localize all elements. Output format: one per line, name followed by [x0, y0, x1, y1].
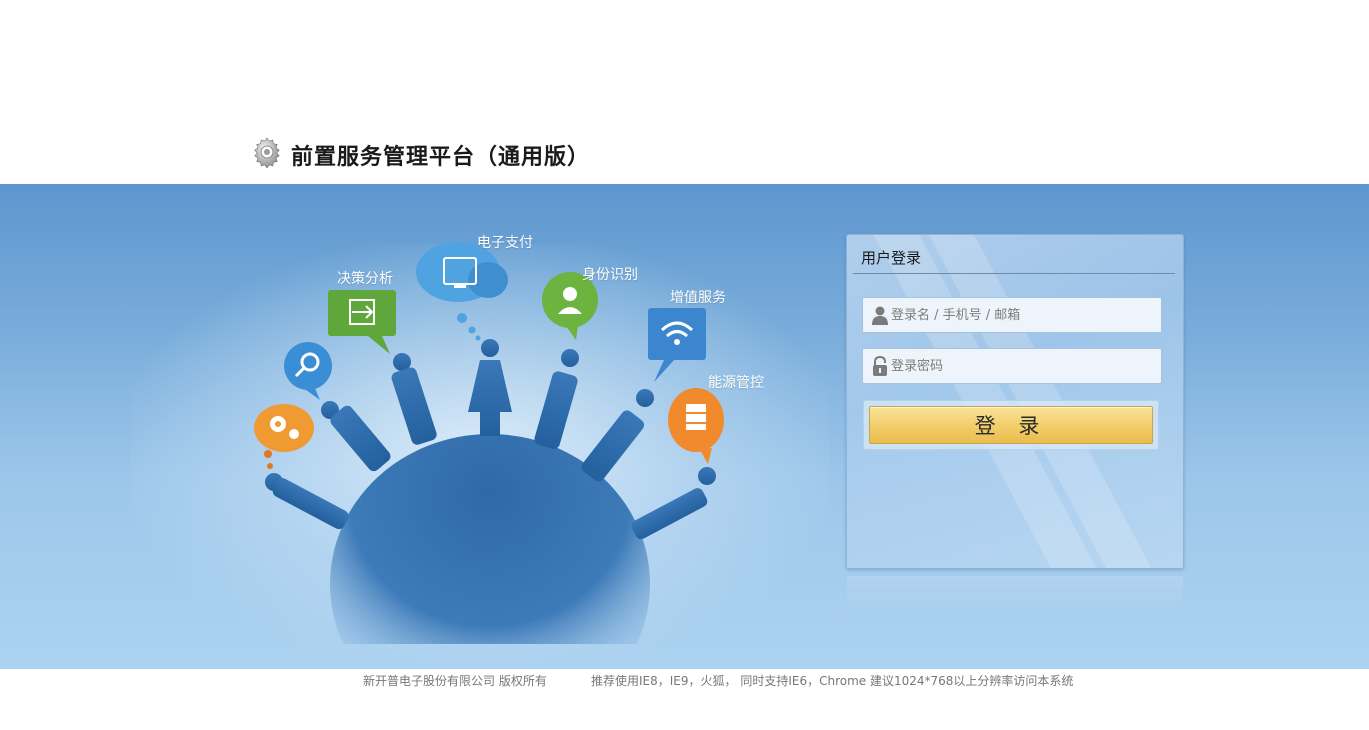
login-title: 用户登录: [861, 249, 922, 267]
login-button[interactable]: 登 录: [869, 406, 1153, 444]
lock-icon: [873, 356, 887, 376]
password-field: [862, 348, 1162, 384]
orange-gear-bubble: [254, 404, 314, 469]
username-input[interactable]: [891, 298, 1155, 332]
divider: [853, 273, 1175, 274]
page-title: 前置服务管理平台（通用版）: [291, 145, 591, 170]
browser-tip-text: 推荐使用IE8，IE9，火狐， 同时支持IE6，Chrome 建议1024*76…: [591, 674, 1074, 688]
cart-bubble: [416, 242, 508, 341]
label-energy: 能源管控: [708, 375, 764, 391]
panel-reflection: [846, 575, 1184, 616]
search-bubble: [284, 342, 332, 400]
header: 前置服务管理平台（通用版）: [0, 0, 1369, 184]
login-button-frame: 登 录: [863, 400, 1159, 450]
server-bubble: [668, 388, 724, 464]
footer: 新开普电子股份有限公司 版权所有 推荐使用IE8，IE9，火狐， 同时支持IE6…: [0, 669, 1369, 730]
user-icon: [872, 306, 888, 325]
label-value-added: 增值服务: [670, 290, 726, 306]
copyright-text: 新开普电子股份有限公司 版权所有: [363, 674, 547, 688]
password-input[interactable]: [891, 349, 1155, 383]
label-identity: 身份识别: [582, 267, 638, 283]
wifi-bubble: [648, 308, 706, 382]
label-payment: 电子支付: [477, 235, 533, 251]
decision-bubble: [328, 290, 396, 354]
label-decision: 决策分析: [337, 271, 393, 287]
gear-icon: [254, 137, 280, 168]
username-field: [862, 297, 1162, 333]
login-panel: 用户登录 登 录: [846, 234, 1184, 569]
